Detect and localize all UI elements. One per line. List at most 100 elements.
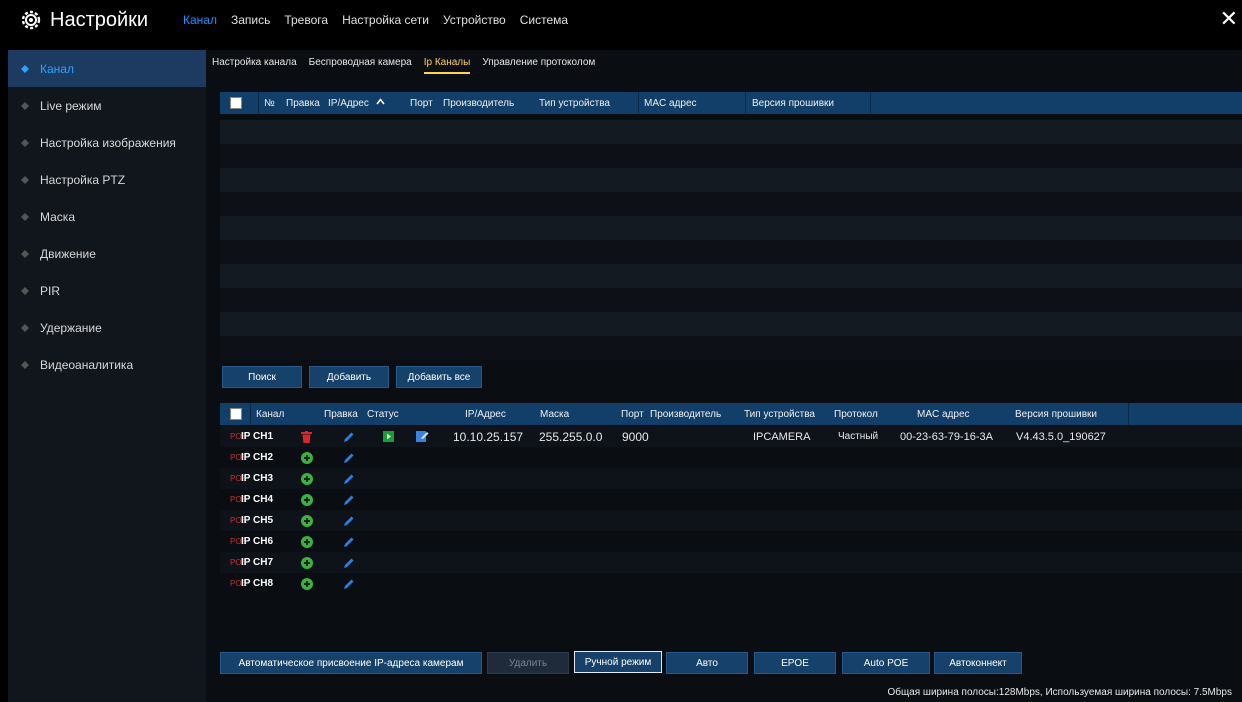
edit-pencil-icon[interactable] bbox=[342, 535, 355, 548]
tab-record[interactable]: Запись bbox=[224, 13, 277, 27]
add-all-button[interactable]: Добавить все bbox=[396, 366, 482, 388]
table-row[interactable] bbox=[220, 264, 1242, 288]
edit-note-icon[interactable] bbox=[416, 430, 429, 443]
col-edit[interactable]: Правка bbox=[286, 98, 320, 109]
auto-poe-button[interactable]: Auto POE bbox=[842, 652, 930, 674]
add-circle-icon[interactable] bbox=[300, 472, 313, 485]
col-status[interactable]: Статус bbox=[367, 409, 399, 420]
sidebar-item-live[interactable]: Live режим bbox=[8, 87, 206, 124]
sort-up-icon[interactable] bbox=[376, 97, 385, 109]
col-device-type[interactable]: Тип устройства bbox=[539, 98, 610, 109]
col-mask[interactable]: Маска bbox=[540, 409, 569, 420]
add-circle-icon[interactable] bbox=[300, 451, 313, 464]
sidebar-item-mask[interactable]: Маска bbox=[8, 198, 206, 235]
sidebar-item-image[interactable]: Настройка изображения bbox=[8, 124, 206, 161]
col-edit[interactable]: Правка bbox=[324, 409, 358, 420]
tab-system[interactable]: Система bbox=[513, 13, 575, 27]
table-row[interactable] bbox=[220, 120, 1242, 144]
channel-row-3[interactable]: POE IP CH3 bbox=[220, 468, 1242, 489]
device-type: IPCAMERA bbox=[753, 430, 811, 443]
sidebar-item-analytics[interactable]: Видеоаналитика bbox=[8, 346, 206, 383]
search-button[interactable]: Поиск bbox=[222, 366, 302, 388]
sidebar-item-motion[interactable]: Движение bbox=[8, 235, 206, 272]
table-row[interactable] bbox=[220, 288, 1242, 312]
delete-button[interactable]: Удалить bbox=[487, 652, 569, 674]
subtab-ip-channels[interactable]: Ip Каналы bbox=[418, 57, 477, 74]
channel-row-8[interactable]: POE IP CH8 bbox=[220, 573, 1242, 594]
add-circle-icon[interactable] bbox=[300, 535, 313, 548]
col-number[interactable]: № bbox=[264, 98, 275, 109]
add-circle-icon[interactable] bbox=[300, 514, 313, 527]
tab-alarm[interactable]: Тревога bbox=[277, 13, 335, 27]
add-circle-icon[interactable] bbox=[300, 577, 313, 590]
subtab-protocol-management[interactable]: Управление протоколом bbox=[476, 57, 601, 68]
tab-network[interactable]: Настройка сети bbox=[335, 13, 436, 27]
select-all-channels-checkbox[interactable] bbox=[230, 408, 242, 420]
col-ip[interactable]: IP/Адрес bbox=[465, 409, 506, 420]
col-mac[interactable]: MAC адрес bbox=[644, 98, 697, 109]
sidebar-item-ptz[interactable]: Настройка PTZ bbox=[8, 161, 206, 198]
table-row[interactable] bbox=[220, 192, 1242, 216]
sidebar-item-pir[interactable]: PIR bbox=[8, 272, 206, 309]
sidebar-item-channel[interactable]: Канал bbox=[8, 50, 206, 87]
channel-row-2[interactable]: POE IP CH2 bbox=[220, 447, 1242, 468]
tab-channel[interactable]: Канал bbox=[176, 13, 224, 27]
close-icon[interactable]: ✕ bbox=[1220, 8, 1238, 30]
col-vendor[interactable]: Производитель bbox=[650, 409, 721, 420]
edit-pencil-icon[interactable] bbox=[342, 493, 355, 506]
col-port[interactable]: Порт bbox=[621, 409, 644, 420]
channel-table-header: Канал Правка Статус IP/Адрес Маска Порт … bbox=[220, 403, 1242, 425]
col-vendor[interactable]: Производитель bbox=[443, 98, 514, 109]
trash-icon[interactable] bbox=[300, 430, 313, 443]
channel-name: IP CH8 bbox=[241, 578, 274, 589]
col-firmware[interactable]: Версия прошивки bbox=[752, 98, 834, 109]
table-row[interactable] bbox=[220, 312, 1242, 336]
protocol: Частный bbox=[838, 431, 879, 442]
channel-row-6[interactable]: POE IP CH6 bbox=[220, 531, 1242, 552]
col-protocol[interactable]: Протокол bbox=[834, 409, 878, 420]
app-title: Настройки bbox=[20, 6, 148, 34]
col-ip[interactable]: IP/Адрес bbox=[328, 98, 369, 109]
add-button[interactable]: Добавить bbox=[309, 366, 389, 388]
channel-row-7[interactable]: POE IP CH7 bbox=[220, 552, 1242, 573]
auto-assign-ip-button[interactable]: Автоматическое присвоение IP-адреса каме… bbox=[220, 652, 482, 674]
table-row[interactable] bbox=[220, 216, 1242, 240]
edit-pencil-icon[interactable] bbox=[342, 472, 355, 485]
channel-row-4[interactable]: POE IP CH4 bbox=[220, 489, 1242, 510]
tab-device[interactable]: Устройство bbox=[436, 13, 513, 27]
diamond-icon bbox=[20, 175, 30, 185]
diamond-icon bbox=[20, 323, 30, 333]
manual-mode-button[interactable]: Ручной режим bbox=[574, 651, 662, 673]
col-channel[interactable]: Канал bbox=[256, 409, 284, 420]
add-circle-icon[interactable] bbox=[300, 556, 313, 569]
col-device-type[interactable]: Тип устройства bbox=[744, 409, 815, 420]
edit-pencil-icon[interactable] bbox=[342, 430, 355, 443]
epoe-button[interactable]: EPOE bbox=[754, 652, 836, 674]
subtab-channel-settings[interactable]: Настройка канала bbox=[206, 57, 303, 68]
sidebar-item-hold[interactable]: Удержание bbox=[8, 309, 206, 346]
col-firmware[interactable]: Версия прошивки bbox=[1015, 409, 1097, 420]
channel-row-5[interactable]: POE IP CH5 bbox=[220, 510, 1242, 531]
sub-tabs: Настройка канала Беспроводная камера Ip … bbox=[206, 50, 1242, 74]
edit-pencil-icon[interactable] bbox=[342, 577, 355, 590]
subtab-wireless-camera[interactable]: Беспроводная камера bbox=[303, 57, 418, 68]
diamond-icon bbox=[20, 360, 30, 370]
auto-mode-button[interactable]: Авто bbox=[666, 652, 748, 674]
edit-pencil-icon[interactable] bbox=[342, 451, 355, 464]
select-all-checkbox[interactable] bbox=[230, 97, 242, 109]
edit-pencil-icon[interactable] bbox=[342, 556, 355, 569]
autoconnect-button[interactable]: Автоконнект bbox=[934, 652, 1022, 674]
table-row[interactable] bbox=[220, 144, 1242, 168]
sidebar-item-label: Удержание bbox=[40, 320, 102, 335]
table-row[interactable] bbox=[220, 336, 1242, 360]
table-row[interactable] bbox=[220, 240, 1242, 264]
edit-pencil-icon[interactable] bbox=[342, 514, 355, 527]
col-port[interactable]: Порт bbox=[410, 98, 433, 109]
sidebar-item-label: Настройка изображения bbox=[40, 135, 176, 150]
play-status-icon[interactable] bbox=[382, 430, 395, 443]
add-circle-icon[interactable] bbox=[300, 493, 313, 506]
channel-row-1[interactable]: POE IP CH1 10.10.25.157 255.255.0.0 9000… bbox=[220, 426, 1242, 447]
col-mac[interactable]: MAC адрес bbox=[917, 409, 970, 420]
firmware-version: V4.43.5.0_190627 bbox=[1016, 430, 1106, 443]
table-row[interactable] bbox=[220, 168, 1242, 192]
